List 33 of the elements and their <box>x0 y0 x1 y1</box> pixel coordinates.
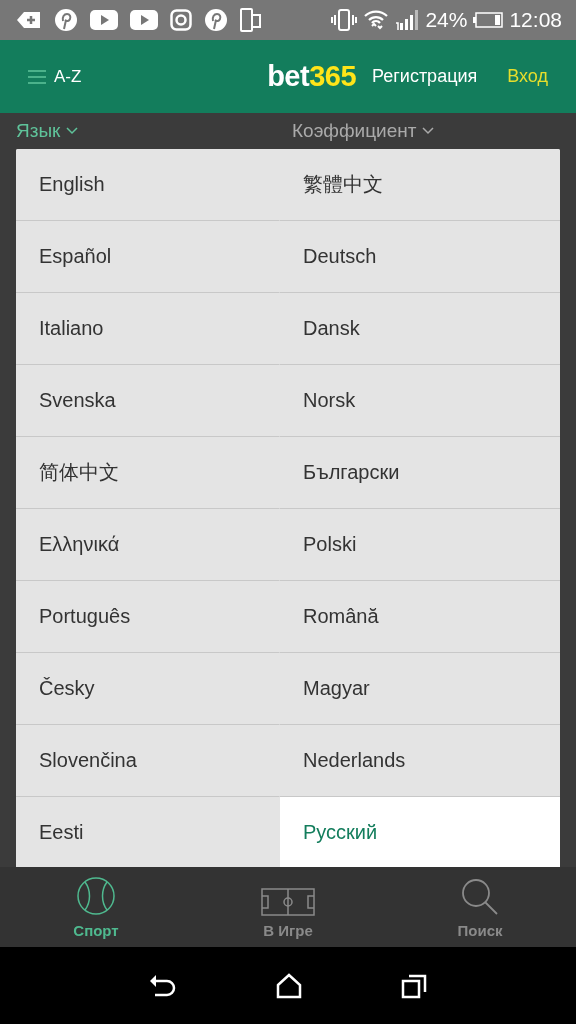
recents-icon[interactable] <box>400 972 427 999</box>
nav-tab[interactable]: В Игре <box>192 867 384 947</box>
vibrate-icon <box>331 9 358 31</box>
language-option[interactable]: Русский <box>280 797 560 867</box>
nav-tab[interactable]: Спорт <box>0 867 192 947</box>
chevron-icon <box>422 127 435 135</box>
wifi-icon <box>363 8 390 32</box>
language-option[interactable]: 繁體中文 <box>280 149 560 221</box>
search-icon <box>461 878 499 916</box>
play-icon <box>90 10 118 30</box>
language-option[interactable]: English <box>16 149 280 221</box>
pin-icon <box>54 8 78 32</box>
menu-button[interactable]: A-Z <box>28 66 82 87</box>
login-link[interactable]: Вход <box>507 66 548 87</box>
ball-icon <box>76 876 116 916</box>
filter-dropdown[interactable]: Язык <box>16 120 79 142</box>
devices-icon <box>240 8 262 32</box>
filter-dropdown[interactable]: Коэффициент <box>292 120 435 142</box>
nav-tab[interactable]: Поиск <box>384 867 576 947</box>
clock-time: 12:08 <box>509 8 562 32</box>
home-icon[interactable] <box>276 972 302 999</box>
register-link[interactable]: Регистрация <box>372 66 478 87</box>
pitch-icon <box>261 888 315 916</box>
signal-icon <box>395 9 420 31</box>
logo[interactable]: bet365 <box>267 60 357 93</box>
pin-icon <box>204 8 228 32</box>
menu-icon <box>28 68 46 85</box>
battery-percent: 24% <box>425 8 468 32</box>
chevron-icon <box>66 127 79 135</box>
camera-icon <box>170 9 192 31</box>
play-icon <box>130 10 158 30</box>
battery-icon <box>473 12 504 28</box>
tag-icon <box>16 10 42 30</box>
